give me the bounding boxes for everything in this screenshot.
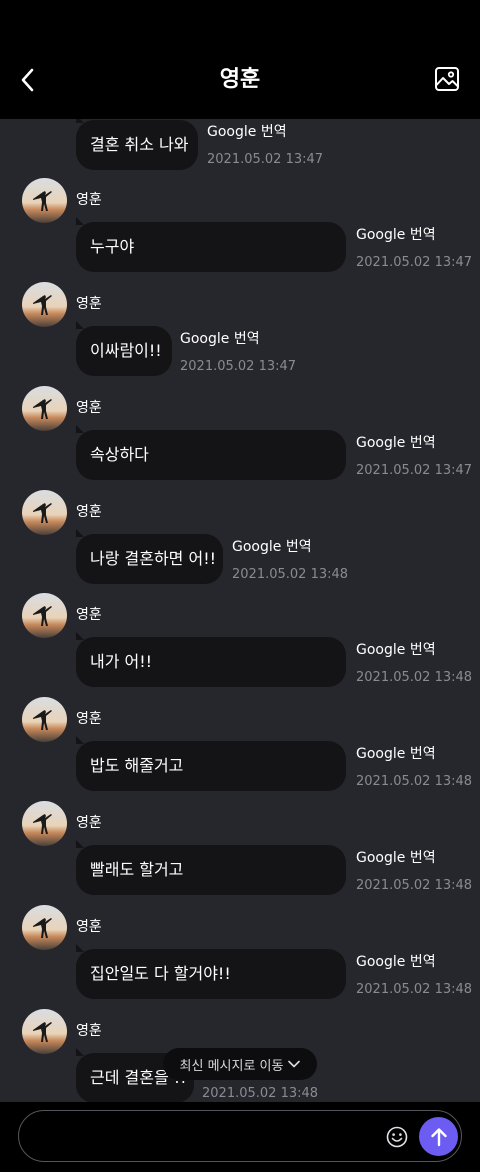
avatar-image [22,905,67,950]
message-bubble[interactable]: 빨래도 할거고 [76,840,346,895]
send-button[interactable] [419,1117,458,1156]
sender-name: 영훈 [76,1023,102,1039]
avatar[interactable] [22,490,67,535]
chat-title: 영훈 [219,67,261,92]
avatar[interactable] [22,593,67,638]
arrow-up-icon [430,1127,447,1146]
message-text: 속상하다 [90,445,149,464]
message-input[interactable] [37,1123,377,1151]
translate-button[interactable]: Google 번역 [356,849,436,867]
message-time: 2021.05.02 13:47 [207,152,324,167]
message-time: 2021.05.02 13:47 [356,255,473,270]
avatar[interactable] [22,697,67,742]
translate-button[interactable]: Google 번역 [356,434,436,452]
sender-name: 영훈 [76,711,102,727]
message-time: 2021.05.02 13:47 [180,359,297,374]
message-text: 빨래도 할거고 [90,860,184,879]
avatar-image [22,490,67,535]
message-time: 2021.05.02 13:47 [356,463,473,478]
avatar-image [22,697,67,742]
message-text: 이싸람이!! [90,341,162,360]
image-icon [435,67,459,91]
translate-button[interactable]: Google 번역 [356,745,436,763]
avatar-image [22,178,67,223]
avatar-image [22,282,67,327]
message-text: 밥도 해줄거고 [90,756,184,775]
avatar-image [22,801,67,846]
message-list[interactable]: 결혼 취소 나와 Google 번역 2021.05.02 13:47 영훈 누… [0,119,480,1102]
sender-name: 영훈 [76,296,102,312]
avatar[interactable] [22,1009,67,1054]
message-bubble[interactable]: 나랑 결혼하면 어!! [76,529,223,584]
app-header: 영훈 [0,0,480,119]
translate-button[interactable]: Google 번역 [232,538,312,556]
message-time: 2021.05.02 13:48 [232,567,349,582]
smile-icon [386,1126,408,1148]
translate-button[interactable]: Google 번역 [356,226,436,244]
message-time: 2021.05.02 13:48 [356,878,473,893]
chevron-down-icon [288,1060,301,1068]
message-text: 누구야 [90,237,135,256]
avatar[interactable] [22,905,67,950]
message-time: 2021.05.02 13:48 [202,1086,319,1101]
message-bubble[interactable]: 누구야 [76,217,346,272]
sender-name: 영훈 [76,815,102,831]
message-bubble[interactable]: 속상하다 [76,425,346,480]
avatar[interactable] [22,801,67,846]
message-text: 결혼 취소 나와 [90,135,189,154]
composer [18,1110,462,1162]
jump-to-latest-label: 최신 메시지로 이동 [179,1058,284,1074]
translate-button[interactable]: Google 번역 [207,123,287,141]
avatar[interactable] [22,282,67,327]
message-bubble[interactable]: 이싸람이!! [76,321,172,376]
sender-name: 영훈 [76,919,102,935]
translate-button[interactable]: Google 번역 [356,953,436,971]
translate-button[interactable]: Google 번역 [356,641,436,659]
message-text: 집안일도 다 할거야!! [90,964,231,983]
message-text: 내가 어!! [90,652,153,671]
emoji-button[interactable] [386,1126,408,1148]
avatar[interactable] [22,178,67,223]
message-bubble[interactable]: 결혼 취소 나와 [76,119,198,170]
avatar-image [22,1009,67,1054]
avatar[interactable] [22,386,67,431]
gallery-button[interactable] [434,66,460,92]
message-bubble[interactable]: 밥도 해줄거고 [76,736,346,791]
composer-bar [0,1102,480,1172]
message-bubble[interactable]: 내가 어!! [76,632,346,687]
message-bubble[interactable]: 집안일도 다 할거야!! [76,944,346,999]
message-text: 나랑 결혼하면 어!! [90,549,217,568]
translate-button[interactable]: Google 번역 [180,330,260,348]
avatar-image [22,386,67,431]
avatar-image [22,593,67,638]
message-time: 2021.05.02 13:48 [356,982,473,997]
sender-name: 영훈 [76,192,102,208]
message-time: 2021.05.02 13:48 [356,774,473,789]
sender-name: 영훈 [76,607,102,623]
sender-name: 영훈 [76,504,102,520]
sender-name: 영훈 [76,400,102,416]
jump-to-latest-button[interactable]: 최신 메시지로 이동 [163,1048,317,1080]
message-time: 2021.05.02 13:48 [356,670,473,685]
